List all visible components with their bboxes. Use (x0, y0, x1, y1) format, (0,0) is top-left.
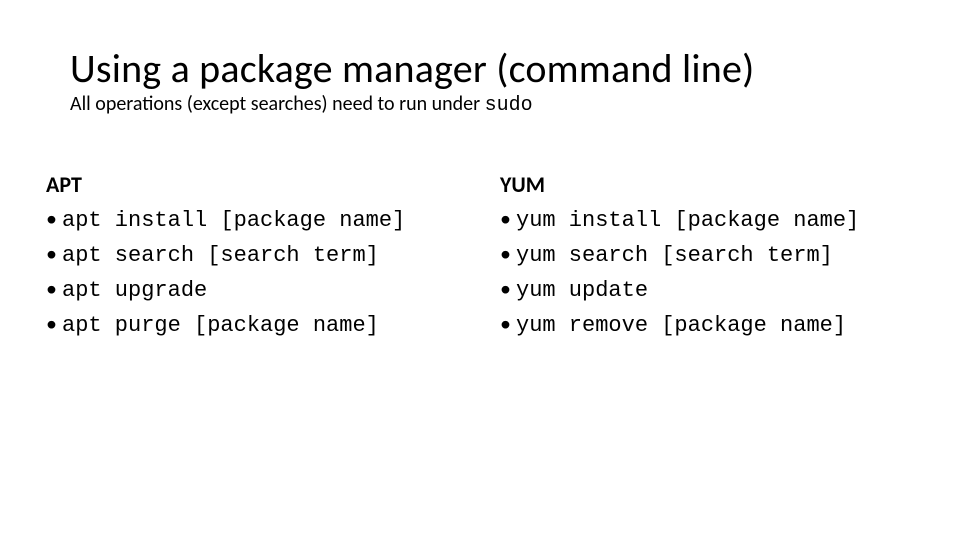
bullet-icon: • (500, 202, 516, 235)
bullet-icon: • (500, 307, 516, 340)
bullet-icon: • (46, 272, 62, 305)
command-text: yum install [package name] (516, 204, 859, 237)
list-item: • yum update (500, 272, 914, 307)
subtitle-text: All operations (except searches) need to… (70, 92, 485, 116)
bullet-icon: • (46, 307, 62, 340)
list-item: • yum remove [package name] (500, 307, 914, 342)
bullet-icon: • (46, 237, 62, 270)
command-text: yum search [search term] (516, 239, 833, 272)
column-heading-apt: APT (46, 171, 460, 198)
command-text: apt purge [package name] (62, 309, 379, 342)
list-item: • apt search [search term] (46, 237, 460, 272)
slide-title: Using a package manager (command line) (46, 48, 914, 90)
command-text: yum remove [package name] (516, 309, 846, 342)
command-text: apt install [package name] (62, 204, 405, 237)
list-item: • apt upgrade (46, 272, 460, 307)
slide-subtitle: All operations (except searches) need to… (46, 92, 914, 117)
column-yum: YUM • yum install [package name] • yum s… (500, 171, 914, 342)
bullet-icon: • (46, 202, 62, 235)
command-text: yum update (516, 274, 648, 307)
content-columns: APT • apt install [package name] • apt s… (46, 171, 914, 342)
list-item: • yum install [package name] (500, 202, 914, 237)
command-text: apt upgrade (62, 274, 207, 307)
bullet-icon: • (500, 272, 516, 305)
column-apt: APT • apt install [package name] • apt s… (46, 171, 460, 342)
list-item: • apt install [package name] (46, 202, 460, 237)
column-heading-yum: YUM (500, 171, 914, 198)
list-item: • apt purge [package name] (46, 307, 460, 342)
subtitle-code: sudo (485, 94, 533, 117)
bullet-icon: • (500, 237, 516, 270)
list-item: • yum search [search term] (500, 237, 914, 272)
command-text: apt search [search term] (62, 239, 379, 272)
